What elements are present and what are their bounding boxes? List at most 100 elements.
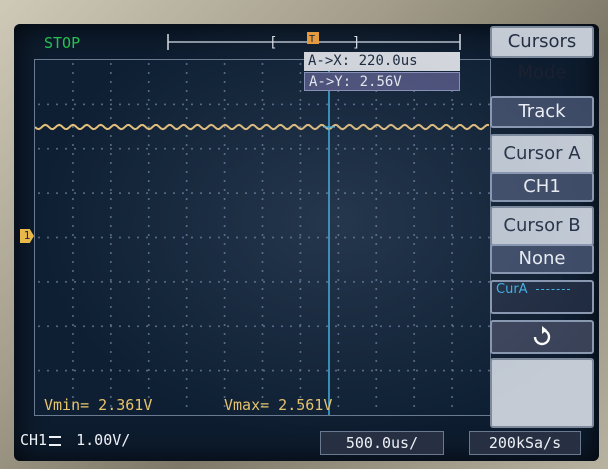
grid-dot [380,280,382,283]
grid-dot [344,280,346,283]
grid-dot [413,189,416,191]
grid-dot [261,99,264,101]
grid-dot [389,147,391,150]
grid-dot [71,225,74,227]
grid-dot [413,162,416,164]
grid-dot [218,192,220,195]
grid-dot [261,351,264,353]
grid-dot [223,63,226,65]
grid-dot [185,387,188,389]
grid-dot [223,144,226,146]
grid-dot [281,369,283,372]
grid-dot [337,180,340,182]
grid-dot [451,378,454,380]
grid-dot [335,103,337,106]
grid-dot [451,117,454,119]
grid-dot [451,243,454,245]
grid-dot [71,243,74,245]
cur-a-line-icon [535,289,570,290]
grid-dot [425,236,427,239]
grid-dot [375,315,378,317]
grid-dot [109,270,112,272]
grid-dot [110,236,112,239]
cursor-a-label: Cursor A [490,134,594,174]
grid-dot [185,171,188,173]
grid-dot [109,63,112,65]
rotate-knob-button[interactable] [490,320,594,354]
grid-dot [223,297,226,299]
grid-dot [470,103,472,106]
grid-dot [299,81,302,83]
grid-dot [227,192,229,195]
grid-dot [261,297,264,299]
grid-dot [200,147,202,150]
grid-dot [299,147,301,150]
grid-dot [344,147,346,150]
grid-dot [185,90,188,92]
grid-dot [185,216,188,218]
grid-dot [109,243,112,245]
grid-dot [272,147,274,150]
grid-dot [223,81,226,83]
grid-dot [451,225,454,227]
mode-button[interactable]: Track [490,96,594,128]
vmin-measurement: Vmin= 2.361V [44,396,153,414]
grid-dot [337,270,340,272]
grid-dot [83,325,85,328]
grid-dot [209,236,211,239]
grid-dot [375,351,378,353]
grid-dot [191,192,193,195]
cursor-a-button[interactable]: CH1 [490,172,594,202]
grid-dot [375,324,378,326]
grid-dot [137,147,139,150]
grid-dot [185,315,188,317]
grid-dot [261,117,264,119]
grid-dot [185,162,188,164]
empty-softkey[interactable] [490,358,594,428]
grid-dot [317,325,319,328]
grid-dot [317,280,319,283]
grid-dot [308,103,310,106]
grid-dot [375,198,378,200]
grid-dot [223,162,226,164]
grid-dot [337,135,340,137]
grid-dot [451,216,454,218]
grid-dot [155,103,157,106]
grid-dot [38,325,40,328]
grid-dot [65,280,67,283]
grid-dot [443,369,445,372]
grid-dot [434,369,436,372]
time-per-div: 500.0us/ [320,431,444,455]
grid-dot [434,325,436,328]
grid-dot [299,252,302,254]
grid-dot [164,147,166,150]
grid-dot [371,369,373,372]
grid-dot [261,306,264,308]
grid-dot [137,103,139,106]
grid-dot [185,297,188,299]
grid-dot [353,236,355,239]
grid-dot [92,236,94,239]
rotate-icon [533,326,551,346]
grid-dot [56,103,58,106]
grid-dot [185,396,188,398]
grid-dot [74,369,76,372]
grid-dot [83,280,85,283]
cur-a-select-button[interactable]: CurA [490,280,594,314]
grid-dot [261,315,264,317]
cur-a-label: CurA [496,282,528,297]
grid-dot [109,297,112,299]
grid-dot [71,279,74,281]
grid-dot [74,103,76,106]
grid-dot [299,180,302,182]
grid-dot [74,147,76,150]
grid-dot [416,192,418,195]
grid-dot [413,288,416,290]
grid-dot [245,192,247,195]
grid-dot [71,270,74,272]
grid-dot [71,144,74,146]
ch1-level-marker-icon[interactable]: 1 [20,229,34,243]
grid-dot [452,147,454,150]
grid-dot [299,198,302,200]
cursor-b-button[interactable]: None [490,244,594,274]
